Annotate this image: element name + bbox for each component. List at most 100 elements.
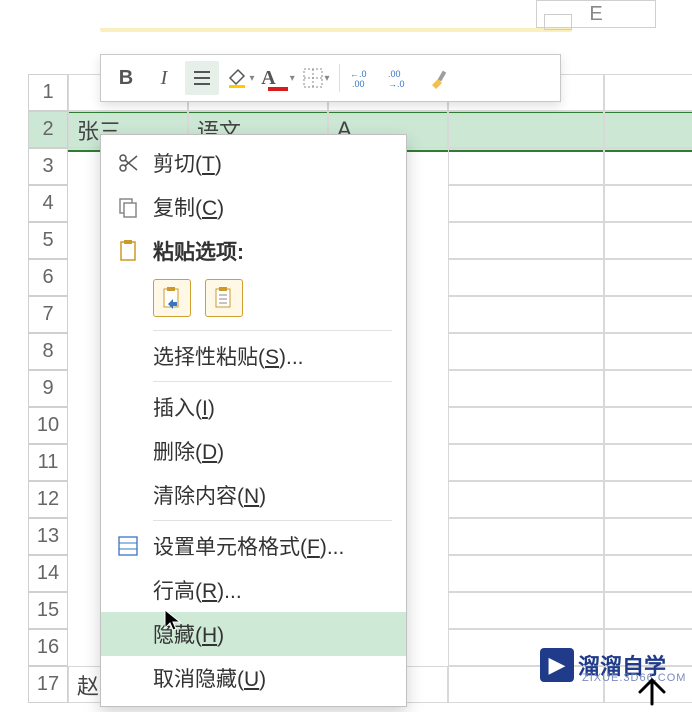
row-header[interactable]: 6 (28, 259, 68, 296)
row-header[interactable]: 7 (28, 296, 68, 333)
row-header[interactable]: 15 (28, 592, 68, 629)
row-header[interactable]: 13 (28, 518, 68, 555)
cell[interactable] (604, 407, 692, 444)
cell[interactable] (604, 111, 692, 148)
menu-format-cells[interactable]: 设置单元格格式(F)... (101, 524, 406, 568)
cell[interactable] (604, 259, 692, 296)
fill-color-button[interactable]: ▾ (223, 61, 257, 95)
paintbrush-icon (428, 67, 450, 89)
menu-paste-special[interactable]: 选择性粘贴(S)... (101, 334, 406, 378)
cell[interactable] (604, 333, 692, 370)
svg-text:.00: .00 (352, 79, 365, 89)
row-header[interactable]: 17 (28, 666, 68, 703)
row-header[interactable]: 16 (28, 629, 68, 666)
cell[interactable] (448, 333, 604, 370)
svg-text:.00: .00 (388, 69, 401, 79)
clipboard-values-icon (213, 286, 235, 310)
cell[interactable] (604, 592, 692, 629)
cell[interactable] (604, 518, 692, 555)
paste-option-values[interactable] (205, 279, 243, 317)
menu-label: 清除内容(N) (153, 480, 266, 510)
svg-text:←.0: ←.0 (350, 69, 367, 79)
row-header[interactable]: 2 (28, 111, 68, 148)
cell[interactable] (448, 111, 604, 148)
menu-label: 隐藏(H) (153, 619, 224, 649)
format-painter-button[interactable] (422, 61, 456, 95)
clipboard-icon (115, 238, 141, 264)
menu-label: 设置单元格格式(F)... (153, 531, 344, 561)
cell[interactable] (448, 185, 604, 222)
font-color-button[interactable]: A ▾ (261, 61, 295, 95)
svg-text:→.0: →.0 (388, 79, 405, 89)
menu-label: 粘贴选项: (153, 236, 244, 266)
row-header[interactable]: 9 (28, 370, 68, 407)
align-icon (192, 69, 212, 87)
row-header[interactable]: 8 (28, 333, 68, 370)
cell[interactable] (448, 370, 604, 407)
paste-options-row (101, 273, 406, 327)
menu-clear-contents[interactable]: 清除内容(N) (101, 473, 406, 517)
paste-option-default[interactable] (153, 279, 191, 317)
menu-label: 取消隐藏(U) (153, 663, 266, 693)
row-header[interactable]: 4 (28, 185, 68, 222)
borders-button[interactable]: ▾ (299, 61, 333, 95)
scissors-icon (115, 150, 141, 176)
up-arrow-icon (632, 670, 672, 712)
menu-label: 行高(R)... (153, 575, 242, 605)
menu-copy[interactable]: 复制(C) (101, 185, 406, 229)
clipboard-paste-icon (161, 286, 183, 310)
paint-bucket-icon (225, 66, 249, 90)
cell[interactable] (448, 222, 604, 259)
watermark-logo-icon: ▶ (540, 648, 574, 682)
increase-decimal-button[interactable]: ←.0.00 (346, 61, 380, 95)
align-button[interactable] (185, 61, 219, 95)
menu-cut[interactable]: 剪切(T) (101, 141, 406, 185)
row-header[interactable]: 10 (28, 407, 68, 444)
context-menu: 剪切(T) 复制(C) 粘贴选项: 选择性粘贴(S)... 插入(I) 删除(D… (100, 134, 407, 707)
menu-label: 复制(C) (153, 192, 224, 222)
menu-label: 选择性粘贴(S)... (153, 341, 304, 371)
row-header[interactable]: 11 (28, 444, 68, 481)
cell[interactable] (448, 592, 604, 629)
menu-label: 剪切(T) (153, 148, 222, 178)
cell[interactable] (604, 481, 692, 518)
italic-button[interactable]: I (147, 61, 181, 95)
mini-toolbar: B I ▾ A ▾ ▾ ←.0.00 .00→.0 (100, 54, 561, 102)
row-header[interactable]: 14 (28, 555, 68, 592)
menu-row-height[interactable]: 行高(R)... (101, 568, 406, 612)
cell[interactable] (604, 296, 692, 333)
menu-delete[interactable]: 删除(D) (101, 429, 406, 473)
menu-label: 删除(D) (153, 436, 224, 466)
cell[interactable] (448, 518, 604, 555)
cell[interactable] (604, 148, 692, 185)
borders-icon (302, 67, 324, 89)
menu-paste-options-header: 粘贴选项: (101, 229, 406, 273)
decrease-decimal-icon: .00→.0 (388, 67, 414, 89)
menu-unhide[interactable]: 取消隐藏(U) (101, 656, 406, 700)
cell[interactable] (448, 296, 604, 333)
cell[interactable] (604, 444, 692, 481)
increase-decimal-icon: ←.0.00 (350, 67, 376, 89)
cell[interactable] (604, 555, 692, 592)
row-header[interactable]: 5 (28, 222, 68, 259)
cell[interactable] (448, 259, 604, 296)
menu-hide[interactable]: 隐藏(H) (101, 612, 406, 656)
column-header-e[interactable]: E (536, 0, 656, 28)
bold-button[interactable]: B (109, 61, 143, 95)
cell[interactable] (604, 185, 692, 222)
cell[interactable] (604, 222, 692, 259)
cell[interactable] (448, 407, 604, 444)
row-header[interactable]: 3 (28, 148, 68, 185)
watermark: ▶ 溜溜自学 ZIXUE.3D66.COM (540, 648, 666, 682)
cell[interactable] (448, 444, 604, 481)
decrease-decimal-button[interactable]: .00→.0 (384, 61, 418, 95)
cell[interactable] (448, 481, 604, 518)
cell[interactable] (604, 74, 692, 111)
cell[interactable] (604, 370, 692, 407)
cell[interactable] (448, 555, 604, 592)
copy-icon (115, 194, 141, 220)
menu-insert[interactable]: 插入(I) (101, 385, 406, 429)
row-header[interactable]: 1 (28, 74, 68, 111)
row-header[interactable]: 12 (28, 481, 68, 518)
cell[interactable] (448, 148, 604, 185)
